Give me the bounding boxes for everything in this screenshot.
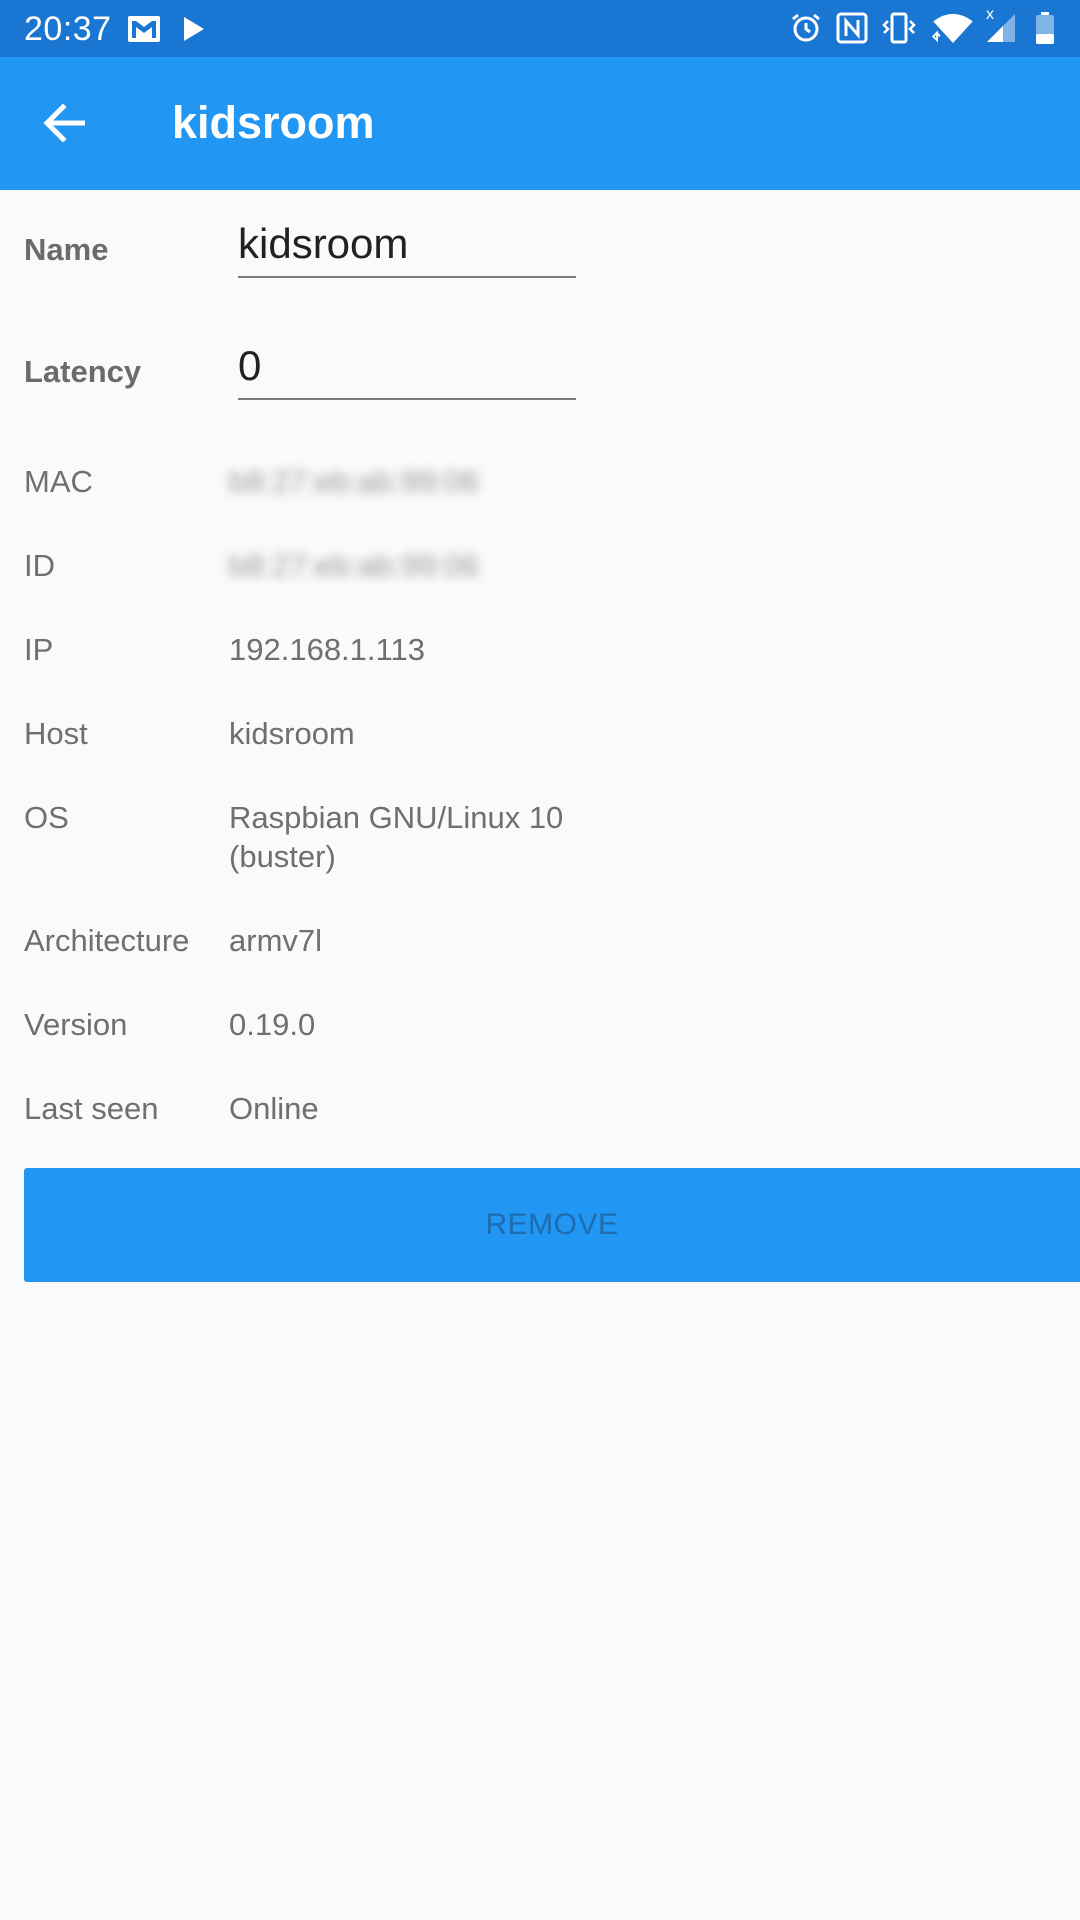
gmail-icon: [128, 16, 160, 42]
ip-label: IP: [24, 632, 54, 667]
name-field[interactable]: kidsroom: [238, 214, 576, 278]
remove-button-label: REMOVE: [485, 1208, 619, 1241]
battery-icon: [1036, 12, 1054, 44]
host-label: Host: [24, 716, 88, 751]
os-value-line1: Raspbian GNU/Linux 10: [229, 800, 564, 835]
arrow-back-icon: [43, 104, 85, 142]
host-value: kidsroom: [229, 716, 355, 751]
id-label: ID: [24, 548, 55, 583]
wifi-icon: [931, 13, 973, 44]
name-label: Name: [24, 232, 109, 267]
vibrate-icon: [882, 12, 916, 44]
back-button[interactable]: [24, 83, 104, 163]
ip-value: 192.168.1.113: [229, 632, 425, 667]
os-label: OS: [24, 800, 69, 835]
mac-label: MAC: [24, 464, 93, 499]
status-time: 20:37: [24, 10, 112, 48]
signal-icon: [987, 14, 1015, 42]
version-value: 0.19.0: [229, 1007, 316, 1042]
mac-value: b8:27:eb:ab:99:06: [229, 464, 479, 499]
latency-label: Latency: [24, 354, 142, 389]
id-value: b8:27:eb:ab:99:06: [229, 548, 479, 583]
alarm-icon: [792, 13, 820, 42]
architecture-label: Architecture: [24, 923, 190, 958]
remove-button[interactable]: REMOVE: [24, 1168, 1080, 1282]
architecture-value: armv7l: [229, 923, 323, 958]
last-seen-label: Last seen: [24, 1091, 159, 1126]
nfc-icon: [836, 12, 868, 44]
last-seen-value: Online: [229, 1091, 319, 1126]
os-value-line2: (buster): [229, 839, 336, 874]
page-title: kidsroom: [172, 97, 375, 148]
app-bar: kidsroom: [0, 57, 1080, 190]
version-label: Version: [24, 1007, 128, 1042]
status-bar: 20:37 x: [0, 0, 1080, 57]
play-store-icon: [184, 17, 204, 41]
latency-field[interactable]: 0: [238, 336, 576, 400]
